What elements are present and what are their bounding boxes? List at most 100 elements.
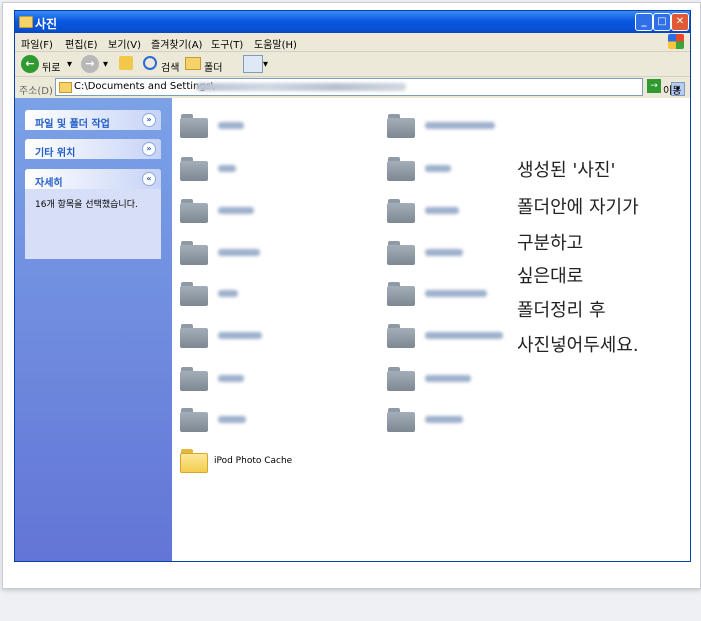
blurred-folder-name [425, 122, 495, 129]
views-icon[interactable] [243, 55, 263, 73]
go-arrow-icon[interactable]: → [647, 79, 661, 93]
details-panel: 자세히 « 16개 항목을 선택했습니다. [25, 169, 161, 259]
blurred-folder-name [218, 375, 244, 382]
blurred-folder-name [218, 332, 262, 339]
other-places-header[interactable]: 기타 위치 » [25, 139, 161, 159]
expand-chevron-icon[interactable]: » [142, 142, 156, 156]
task-pane: 파일 및 폴더 작업 » 기타 위치 » 자세히 « 16개 항목을 선택했습니… [15, 98, 172, 561]
folder-icon [180, 241, 208, 265]
folder-icon [387, 367, 415, 391]
folder-icon [387, 282, 415, 306]
folder-icon [387, 199, 415, 223]
collapse-chevron-icon[interactable]: « [142, 172, 156, 186]
back-dropdown[interactable]: ▾ [67, 59, 72, 70]
search-icon[interactable] [143, 56, 157, 70]
folder-icon [387, 324, 415, 348]
instruction-line-6: 사진넣어두세요. [517, 335, 639, 356]
address-label: 주소(D) [19, 86, 53, 97]
file-tasks-header[interactable]: 파일 및 폴더 작업 » [25, 110, 161, 130]
instruction-line-5: 폴더정리 후 [517, 300, 606, 321]
file-tasks-panel: 파일 및 폴더 작업 » [25, 110, 161, 130]
instruction-line-4: 싶은대로 [517, 266, 584, 287]
menu-favorites[interactable]: 즐겨찾기(A) [151, 36, 202, 51]
minimize-button[interactable]: _ [635, 13, 653, 31]
instruction-line-3: 구분하고 [517, 233, 584, 254]
blurred-folder-name [218, 290, 238, 297]
menu-help[interactable]: 도움말(H) [254, 36, 297, 51]
folder-icon [180, 367, 208, 391]
folder-name: iPod Photo Cache [214, 456, 293, 466]
folder-item[interactable] [180, 363, 370, 397]
blurred-folder-name [425, 290, 487, 297]
details-title: 자세히 [35, 178, 63, 189]
menu-view[interactable]: 보기(V) [108, 36, 141, 51]
toolbar: ← 뒤로 ▾ → ▾ 검색 폴더 ▾ [15, 52, 690, 77]
folder-item[interactable] [180, 320, 370, 354]
blurred-folder-name [218, 122, 244, 129]
menu-edit[interactable]: 편집(E) [65, 36, 98, 51]
address-bar: 주소(D) C:\Documents and Settings\ ▾ → 이동 [15, 77, 690, 97]
address-value: C:\Documents and Settings\ [74, 81, 215, 92]
forward-dropdown[interactable]: ▾ [103, 59, 108, 70]
instruction-line-1: 생성된 '사진' [517, 160, 616, 181]
blurred-folder-name [218, 416, 246, 423]
title-bar: 사진 _ □ ✕ [15, 11, 690, 33]
menu-tools[interactable]: 도구(T) [211, 36, 243, 51]
windows-logo-icon [668, 34, 684, 49]
folder-icon [180, 408, 208, 432]
address-blurred-path [196, 83, 406, 91]
address-input[interactable]: C:\Documents and Settings\ ▾ [55, 78, 685, 96]
folder-item[interactable] [180, 404, 370, 438]
window-title: 사진 [35, 17, 58, 31]
file-tasks-title: 파일 및 폴더 작업 [35, 119, 110, 130]
folder-icon [387, 241, 415, 265]
forward-arrow-icon[interactable]: → [81, 55, 99, 73]
back-arrow-icon[interactable]: ← [21, 55, 39, 73]
details-header[interactable]: 자세히 « [25, 169, 161, 189]
blurred-folder-name [425, 416, 463, 423]
folder-item[interactable] [387, 404, 577, 438]
views-dropdown[interactable]: ▾ [263, 59, 268, 70]
folder-icon [180, 324, 208, 348]
folder-up-icon[interactable] [119, 56, 133, 70]
address-folder-icon [59, 82, 72, 93]
blurred-folder-name [218, 207, 254, 214]
folder-icon [19, 16, 33, 28]
folder-icon [387, 408, 415, 432]
expand-chevron-icon[interactable]: » [142, 113, 156, 127]
folder-item[interactable] [387, 110, 577, 144]
search-button-label[interactable]: 검색 [161, 59, 179, 74]
blurred-folder-name [425, 207, 459, 214]
folder-item[interactable] [180, 237, 370, 271]
folder-icon [180, 114, 208, 138]
blurred-folder-name [425, 165, 451, 172]
folder-item[interactable] [180, 153, 370, 187]
other-places-title: 기타 위치 [35, 148, 76, 159]
folder-icon [387, 157, 415, 181]
folders-icon[interactable] [185, 57, 201, 70]
blurred-folder-name [425, 249, 463, 256]
close-button[interactable]: ✕ [671, 13, 689, 31]
menu-bar: 파일(F) 편집(E) 보기(V) 즐겨찾기(A) 도구(T) 도움말(H) [15, 33, 690, 52]
menu-file[interactable]: 파일(F) [21, 36, 53, 51]
blurred-folder-name [425, 375, 471, 382]
instruction-line-2: 폴더안에 자기가 [517, 197, 639, 218]
folder-icon [180, 199, 208, 223]
explorer-window: 사진 _ □ ✕ 파일(F) 편집(E) 보기(V) 즐겨찾기(A) 도구(T)… [14, 10, 691, 562]
go-button-label[interactable]: 이동 [663, 82, 681, 97]
folder-icon [180, 282, 208, 306]
folder-item[interactable] [180, 195, 370, 229]
folders-button-label[interactable]: 폴더 [204, 59, 222, 74]
folder-item[interactable] [387, 363, 577, 397]
blurred-folder-name [218, 165, 236, 172]
blurred-folder-name [425, 332, 503, 339]
other-places-panel: 기타 위치 » [25, 139, 161, 159]
details-text: 16개 항목을 선택했습니다. [25, 189, 161, 259]
folder-item[interactable] [180, 278, 370, 312]
blurred-folder-name [218, 249, 260, 256]
folder-item-ipod-photo-cache[interactable]: iPod Photo Cache [180, 445, 370, 479]
folder-item[interactable] [180, 110, 370, 144]
maximize-button[interactable]: □ [653, 13, 671, 31]
folder-icon [387, 114, 415, 138]
back-button-label[interactable]: 뒤로 [42, 59, 60, 74]
